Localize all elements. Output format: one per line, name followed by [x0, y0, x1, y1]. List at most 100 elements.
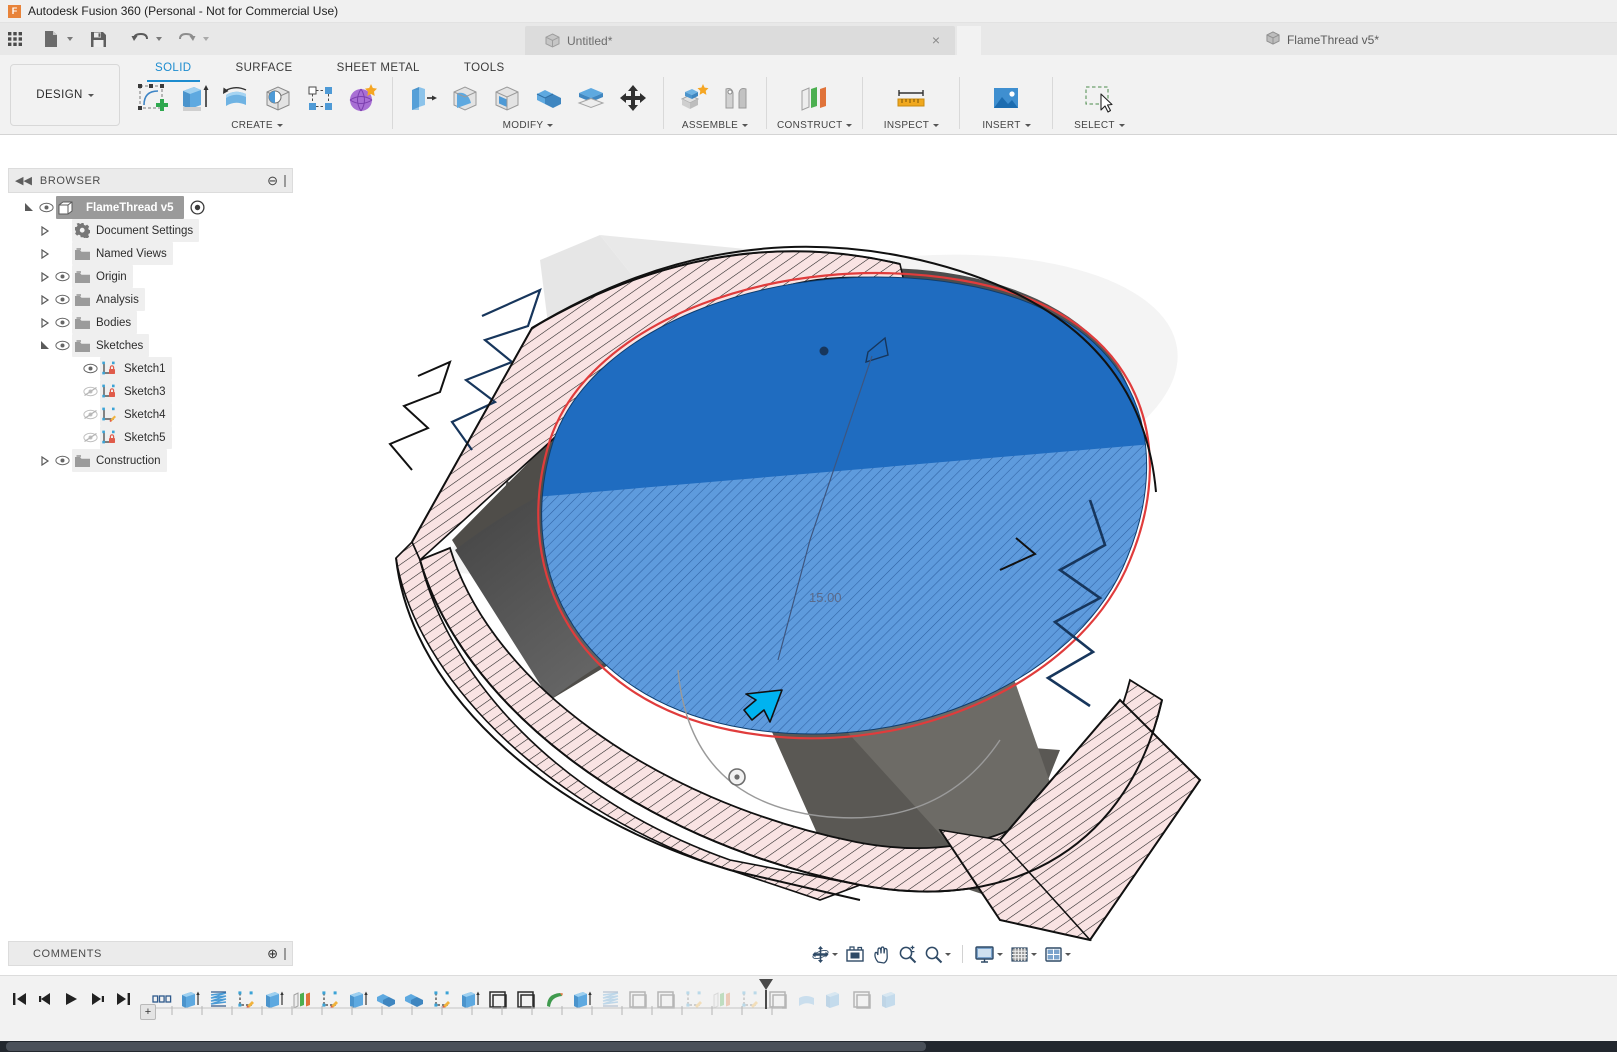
- expander-collapsed-icon[interactable]: [38, 449, 52, 472]
- tab-solid[interactable]: SOLID: [133, 57, 214, 79]
- visibility-eye-icon[interactable]: [36, 196, 56, 219]
- timeline-end-marker[interactable]: [757, 978, 775, 1010]
- measure-icon[interactable]: [891, 77, 931, 119]
- viewport-canvas[interactable]: 15.00: [300, 140, 1617, 970]
- create-sketch-icon[interactable]: [132, 77, 172, 119]
- orbit-icon[interactable]: [808, 941, 841, 967]
- save-icon[interactable]: [83, 26, 113, 52]
- move-copy-icon[interactable]: [613, 77, 653, 119]
- hole-icon[interactable]: [258, 77, 298, 119]
- expander-expanded-icon[interactable]: [38, 334, 52, 357]
- timeline-feature-extrude[interactable]: [822, 986, 846, 1012]
- timeline-feature-revolve[interactable]: [794, 986, 818, 1012]
- offset-plane-icon[interactable]: [795, 77, 835, 119]
- tree-item-sketch5[interactable]: Sketch5: [8, 426, 293, 449]
- visibility-eye-icon[interactable]: [52, 288, 72, 311]
- tree-item-sketch4[interactable]: Sketch4: [8, 403, 293, 426]
- display-settings-icon[interactable]: [971, 941, 1006, 967]
- timeline-track[interactable]: [142, 1006, 782, 1020]
- expander-expanded-icon[interactable]: [22, 196, 36, 219]
- activate-radio-icon[interactable]: [188, 196, 208, 219]
- timeline-scrollbar-thumb[interactable]: [6, 1042, 926, 1051]
- tree-item-flamethread-v5[interactable]: FlameThread v5: [8, 196, 293, 219]
- joint-icon[interactable]: [716, 77, 756, 119]
- visibility-eye-off-icon[interactable]: [80, 380, 100, 403]
- fit-icon[interactable]: [921, 941, 954, 967]
- visibility-eye-icon[interactable]: [52, 265, 72, 288]
- redo-icon[interactable]: [172, 26, 202, 52]
- zoom-icon[interactable]: [895, 941, 920, 967]
- expander-collapsed-icon[interactable]: [38, 288, 52, 311]
- tree-item-construction[interactable]: Construction: [8, 449, 293, 472]
- offset-face-icon[interactable]: [571, 77, 611, 119]
- grid-snaps-icon[interactable]: [1007, 941, 1040, 967]
- expander-collapsed-icon[interactable]: [38, 311, 52, 334]
- combine-icon[interactable]: [529, 77, 569, 119]
- revolve-icon[interactable]: [216, 77, 256, 119]
- visibility-eye-off-icon[interactable]: [80, 426, 100, 449]
- comments-panel-header[interactable]: COMMENTS ⊕: [8, 941, 293, 966]
- visibility-eye-icon[interactable]: [80, 357, 100, 380]
- expander-collapsed-icon[interactable]: [38, 242, 52, 265]
- select-window-icon[interactable]: [1079, 77, 1119, 119]
- expander-collapsed-icon[interactable]: [38, 219, 52, 242]
- panel-construct-title[interactable]: CONSTRUCT: [777, 120, 852, 131]
- timeline-feature-extrude[interactable]: [878, 986, 902, 1012]
- tree-item-document-settings[interactable]: Document Settings: [8, 219, 293, 242]
- pattern-icon[interactable]: [300, 77, 340, 119]
- visibility-eye-icon[interactable]: [52, 311, 72, 334]
- tree-item-named-views[interactable]: Named Views: [8, 242, 293, 265]
- tab-tools[interactable]: TOOLS: [442, 57, 527, 79]
- panel-grip[interactable]: [284, 175, 286, 187]
- tab-sheet-metal[interactable]: SHEET METAL: [315, 57, 442, 79]
- file-menu-caret-icon[interactable]: [67, 37, 73, 41]
- panel-assemble-title[interactable]: ASSEMBLE: [682, 120, 748, 131]
- visibility-eye-icon[interactable]: [52, 449, 72, 472]
- tree-item-analysis[interactable]: Analysis: [8, 288, 293, 311]
- tab-surface[interactable]: SURFACE: [214, 57, 315, 79]
- pan-icon[interactable]: [869, 941, 894, 967]
- tree-item-sketch3[interactable]: Sketch3: [8, 380, 293, 403]
- add-comment-icon[interactable]: ⊕: [267, 946, 278, 962]
- file-icon[interactable]: [36, 26, 66, 52]
- play-icon[interactable]: [60, 987, 82, 1011]
- step-forward-icon[interactable]: [86, 987, 108, 1011]
- jump-end-icon[interactable]: [112, 987, 134, 1011]
- tree-item-origin[interactable]: Origin: [8, 265, 293, 288]
- undo-icon[interactable]: [125, 26, 155, 52]
- chevron-down-icon[interactable]: [1031, 953, 1037, 956]
- new-component-icon[interactable]: [674, 77, 714, 119]
- tree-item-bodies[interactable]: Bodies: [8, 311, 293, 334]
- press-pull-icon[interactable]: [403, 77, 443, 119]
- jump-start-icon[interactable]: [8, 987, 30, 1011]
- visibility-eye-off-icon[interactable]: [80, 403, 100, 426]
- look-at-icon[interactable]: [842, 941, 868, 967]
- tree-item-sketch1[interactable]: Sketch1: [8, 357, 293, 380]
- document-tab[interactable]: Untitled* ×: [525, 26, 955, 55]
- expander-collapsed-icon[interactable]: [38, 265, 52, 288]
- step-back-icon[interactable]: [34, 987, 56, 1011]
- extrude-icon[interactable]: [174, 77, 214, 119]
- dimension-label[interactable]: 15.00: [809, 590, 842, 605]
- collapse-panel-icon[interactable]: ◀◀: [15, 174, 32, 187]
- app-grid-icon[interactable]: [0, 26, 30, 52]
- viewports-icon[interactable]: [1041, 941, 1074, 967]
- fillet-icon[interactable]: [445, 77, 485, 119]
- workspace-selector[interactable]: DESIGN: [10, 64, 120, 126]
- panel-modify-title[interactable]: MODIFY: [503, 120, 554, 131]
- redo-caret-icon[interactable]: [203, 37, 209, 41]
- timeline-add-marker[interactable]: +: [140, 1004, 156, 1020]
- minimize-panel-icon[interactable]: ⊖: [267, 173, 278, 189]
- visibility-eye-icon[interactable]: [52, 334, 72, 357]
- panel-grip[interactable]: [284, 948, 286, 960]
- panel-select-title[interactable]: SELECT: [1074, 120, 1125, 131]
- timeline-feature-shell[interactable]: [850, 986, 874, 1012]
- chevron-down-icon[interactable]: [832, 953, 838, 956]
- chevron-down-icon[interactable]: [1065, 953, 1071, 956]
- panel-inspect-title[interactable]: INSPECT: [884, 120, 939, 131]
- tree-item-sketches[interactable]: Sketches: [8, 334, 293, 357]
- undo-caret-icon[interactable]: [156, 37, 162, 41]
- form-icon[interactable]: [342, 77, 382, 119]
- insert-image-icon[interactable]: [986, 77, 1026, 119]
- panel-create-title[interactable]: CREATE: [231, 120, 283, 131]
